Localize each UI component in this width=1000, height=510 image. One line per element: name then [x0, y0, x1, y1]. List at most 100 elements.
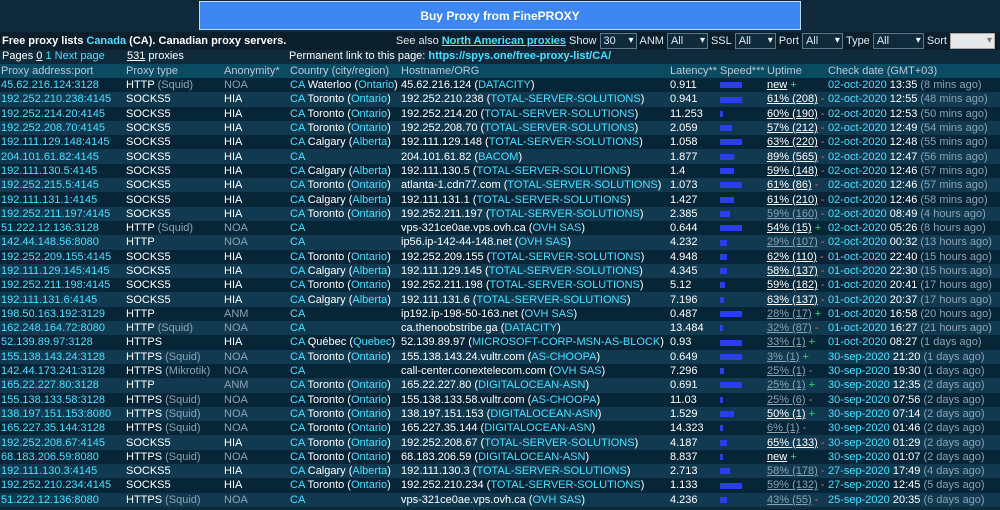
uptime[interactable]: 28% (17) +: [766, 306, 827, 322]
uptime[interactable]: 58% (137) -: [766, 263, 827, 279]
proxy-address[interactable]: 192.111.130.3:4145: [0, 464, 125, 479]
port-select[interactable]: All: [801, 33, 843, 49]
uptime[interactable]: 60% (190) -: [766, 106, 827, 121]
anonymity: HIA: [223, 192, 289, 207]
uptime[interactable]: 3% (1) +: [766, 349, 827, 364]
uptime[interactable]: 33% (1) +: [766, 335, 827, 350]
ssl-select[interactable]: All: [734, 33, 776, 49]
proxy-address[interactable]: 204.101.61.82:4145: [0, 149, 125, 164]
uptime[interactable]: 58% (178) -: [766, 464, 827, 479]
proxy-address[interactable]: 52.139.89.97:3128: [0, 335, 125, 350]
proxy-address[interactable]: 155.138.133.58:3128: [0, 392, 125, 407]
next-page-link[interactable]: Next page: [55, 50, 105, 62]
proxy-address[interactable]: 192.111.131.6:4145: [0, 292, 125, 307]
col-hostname[interactable]: Hostname/ORG: [400, 64, 669, 78]
speed-bar-fill: [720, 110, 724, 117]
hostname-org: 45.62.216.124 (DATACITY): [400, 78, 669, 93]
col-anonymity[interactable]: Anonymity*: [223, 64, 289, 78]
permanent-link-url[interactable]: https://spys.one/free-proxy-list/CA/: [428, 50, 611, 62]
uptime[interactable]: 89% (565) -: [766, 149, 827, 164]
proxy-address[interactable]: 192.252.215.5:4145: [0, 178, 125, 193]
proxy-type: HTTPS (Squid): [125, 492, 223, 507]
proxy-address[interactable]: 142.44.173.241:3128: [0, 363, 125, 379]
uptime[interactable]: 25% (1) +: [766, 378, 827, 393]
col-country[interactable]: Country (city/region): [289, 64, 400, 78]
proxy-address[interactable]: 198.50.163.192:3129: [0, 306, 125, 322]
uptime[interactable]: 61% (86) -: [766, 178, 827, 193]
speed-bar: [720, 253, 754, 260]
uptime[interactable]: 63% (220) -: [766, 135, 827, 150]
proxy-address[interactable]: 192.111.129.145:4145: [0, 263, 125, 279]
proxy-address[interactable]: 162.248.164.72:8080: [0, 321, 125, 336]
latency: 0.649: [669, 349, 719, 364]
north-american-proxies-link[interactable]: North American proxies: [442, 35, 566, 47]
uptime[interactable]: 43% (55) -: [766, 492, 827, 507]
col-uptime[interactable]: Uptime: [766, 64, 827, 78]
proxy-address[interactable]: 192.252.211.198:4145: [0, 278, 125, 293]
uptime[interactable]: 25% (6) -: [766, 392, 827, 407]
country: CA Toronto (Ontario): [289, 249, 400, 264]
proxy-address[interactable]: 192.252.208.70:4145: [0, 120, 125, 136]
page-current[interactable]: 0: [36, 50, 42, 62]
col-proxy-type[interactable]: Proxy type: [125, 64, 223, 78]
speed-bar-fill: [720, 353, 743, 360]
proxy-address[interactable]: 142.44.148.56:8080: [0, 235, 125, 250]
col-speed[interactable]: Speed***: [719, 64, 766, 78]
proxy-address[interactable]: 192.252.210.234:4145: [0, 478, 125, 493]
col-latency[interactable]: Latency**: [669, 64, 719, 78]
speed: [719, 335, 766, 350]
proxy-address[interactable]: 192.252.209.155:4145: [0, 249, 125, 264]
proxy-address[interactable]: 51.222.12.136:3128: [0, 220, 125, 236]
proxy-address[interactable]: 192.252.214.20:4145: [0, 106, 125, 121]
latency: 13.484: [669, 321, 719, 336]
uptime[interactable]: 54% (15) +: [766, 220, 827, 236]
uptime[interactable]: 59% (160) -: [766, 206, 827, 221]
country: CA: [289, 220, 400, 236]
speed-bar-fill: [720, 296, 725, 303]
hostname-org: 192.111.129.145 (TOTAL-SERVER-SOLUTIONS): [400, 263, 669, 279]
uptime[interactable]: new +: [766, 449, 827, 465]
proxy-address[interactable]: 155.138.143.24:3128: [0, 349, 125, 364]
page-next-number[interactable]: 1: [45, 50, 51, 62]
uptime[interactable]: 6% (1) -: [766, 421, 827, 436]
uptime[interactable]: 61% (208) -: [766, 92, 827, 107]
proxy-address[interactable]: 51.222.12.136:8080: [0, 492, 125, 507]
uptime[interactable]: 50% (1) +: [766, 406, 827, 422]
country-link[interactable]: Canada: [86, 35, 126, 47]
uptime[interactable]: 61% (210) -: [766, 192, 827, 207]
proxy-address[interactable]: 192.252.208.67:4145: [0, 435, 125, 450]
country: CA Toronto (Ontario): [289, 106, 400, 121]
sort-select[interactable]: Date: [950, 33, 995, 49]
proxy-address[interactable]: 192.252.211.197:4145: [0, 206, 125, 221]
country: CA Toronto (Ontario): [289, 449, 400, 465]
type-select[interactable]: All: [872, 33, 924, 49]
uptime[interactable]: 65% (133) -: [766, 435, 827, 450]
proxy-count: 531 proxies: [127, 50, 184, 62]
anonymity: NOA: [223, 406, 289, 422]
proxy-address[interactable]: 192.111.129.148:4145: [0, 135, 125, 150]
uptime[interactable]: 59% (182) -: [766, 278, 827, 293]
col-check-date[interactable]: Check date (GMT+03): [827, 64, 1000, 78]
uptime[interactable]: 59% (148) -: [766, 163, 827, 179]
buy-proxy-button[interactable]: Buy Proxy from FinePROXY: [199, 1, 801, 30]
proxy-address[interactable]: 165.227.35.144:3128: [0, 421, 125, 436]
col-proxy-address[interactable]: Proxy address:port: [0, 64, 125, 78]
uptime[interactable]: 57% (212) -: [766, 120, 827, 136]
proxy-address[interactable]: 192.111.130.5:4145: [0, 163, 125, 179]
uptime[interactable]: 29% (107) -: [766, 235, 827, 250]
uptime[interactable]: 62% (110) -: [766, 249, 827, 264]
show-select[interactable]: 30: [599, 33, 637, 49]
uptime[interactable]: 63% (137) -: [766, 292, 827, 307]
proxy-address[interactable]: 68.183.206.59:8080: [0, 449, 125, 465]
uptime[interactable]: 59% (132) -: [766, 478, 827, 493]
proxy-address[interactable]: 192.111.131.1:4145: [0, 192, 125, 207]
anm-select[interactable]: All: [666, 33, 708, 49]
proxy-address[interactable]: 165.22.227.80:3128: [0, 378, 125, 393]
proxy-address[interactable]: 45.62.216.124:3128: [0, 78, 125, 93]
uptime[interactable]: 25% (1) -: [766, 363, 827, 379]
uptime[interactable]: new +: [766, 78, 827, 93]
proxy-address[interactable]: 192.252.210.238:4145: [0, 92, 125, 107]
uptime[interactable]: 32% (87) -: [766, 321, 827, 336]
proxy-address[interactable]: 138.197.151.153:8080: [0, 406, 125, 422]
speed-bar-fill: [720, 82, 743, 89]
